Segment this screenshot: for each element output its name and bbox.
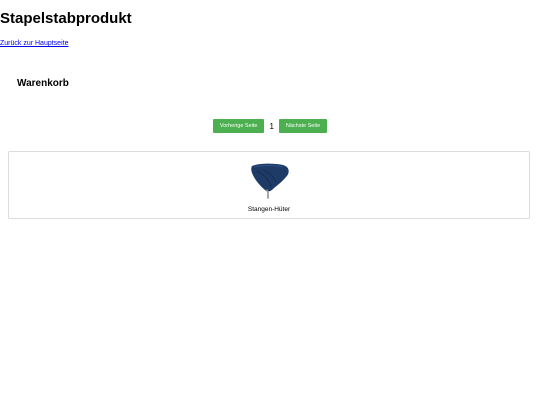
pagination: Vorherige Seite 1 Nächste Seite xyxy=(0,119,540,133)
current-page-number: 1 xyxy=(269,121,274,131)
page: Stapelstabprodukt Zurück zur Hauptseite … xyxy=(0,0,540,405)
previous-page-button[interactable]: Vorherige Seite xyxy=(212,119,265,133)
cart-heading: Warenkorb xyxy=(17,78,69,89)
page-title: Stapelstabprodukt xyxy=(0,10,132,27)
next-page-button[interactable]: Nächste Seite xyxy=(278,119,328,133)
product-name: Stangen-Hüter xyxy=(247,206,291,213)
back-to-home-link[interactable]: Zurück zur Hauptseite xyxy=(0,40,68,47)
club-headcover-image[interactable] xyxy=(249,162,293,200)
product-card[interactable]: Stangen-Hüter xyxy=(8,151,530,219)
